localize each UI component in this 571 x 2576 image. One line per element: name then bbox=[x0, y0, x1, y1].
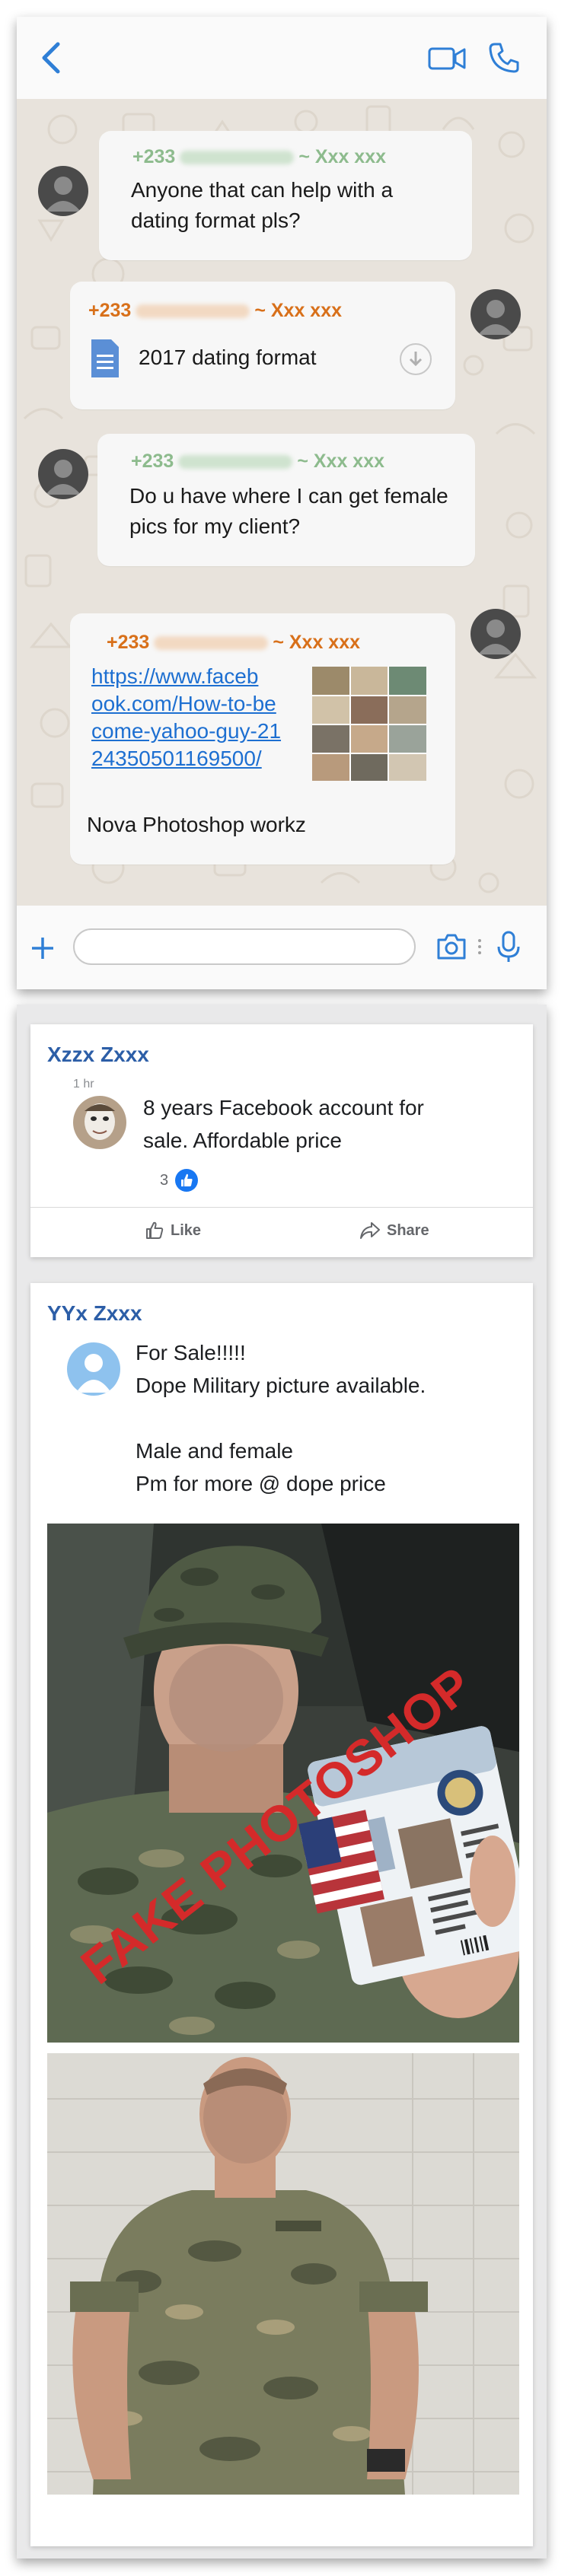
share-button[interactable]: Share bbox=[387, 1222, 429, 1240]
message-link[interactable]: https://www.faceb bbox=[91, 664, 258, 689]
avatar[interactable] bbox=[67, 1342, 120, 1396]
message-text: Nova Photoshop workz bbox=[87, 813, 306, 836]
sender-name: Xxx xxx bbox=[289, 632, 361, 653]
sender-number: +233 bbox=[131, 451, 174, 472]
like-reaction-icon[interactable] bbox=[175, 1169, 198, 1192]
avatar[interactable] bbox=[471, 289, 521, 339]
message-bubble[interactable]: +233 ~ Xxx xxx Do u have where I can get … bbox=[97, 434, 475, 566]
redacted-number bbox=[136, 304, 250, 319]
facebook-post: YYx Zxxx For Sale!!!!! Dope Military pic… bbox=[30, 1283, 533, 2546]
post-text-line: Pm for more @ dope price bbox=[136, 1472, 386, 1495]
sender-name: Xxx xxx bbox=[270, 300, 343, 321]
sender-label: +233 ~ Xxx xxx bbox=[88, 300, 342, 322]
voice-call-icon[interactable] bbox=[487, 41, 521, 75]
message-link[interactable]: 24350501169500/ bbox=[91, 746, 262, 772]
like-thumb-icon[interactable] bbox=[145, 1221, 164, 1240]
message-bubble[interactable]: +233 ~ Xxx xxx Anyone that can help with … bbox=[99, 131, 472, 260]
redacted-number bbox=[154, 636, 269, 651]
avatar[interactable] bbox=[73, 1096, 126, 1149]
more-dots-icon bbox=[478, 939, 481, 954]
chat-header bbox=[17, 17, 547, 99]
message-text-line: Do u have where I can get female bbox=[129, 484, 448, 508]
document-icon bbox=[91, 339, 119, 377]
message-text-line: pics for my client? bbox=[129, 514, 301, 538]
chat-messages-area: +233 ~ Xxx xxx Anyone that can help with … bbox=[17, 99, 547, 906]
redacted-number bbox=[178, 455, 293, 470]
avatar[interactable] bbox=[38, 449, 88, 499]
sender-label: +233 ~ Xxx xxx bbox=[131, 451, 384, 473]
camera-icon[interactable] bbox=[435, 933, 467, 960]
post-author[interactable]: Xzzx Zxxx bbox=[47, 1043, 149, 1067]
post-text-line: 8 years Facebook account for bbox=[143, 1096, 424, 1119]
sender-name: Xxx xxx bbox=[313, 451, 385, 472]
avatar[interactable] bbox=[471, 609, 521, 659]
post-photo[interactable] bbox=[47, 2053, 519, 2495]
link-preview-thumbnail[interactable] bbox=[312, 667, 426, 781]
sender-name: Xxx xxx bbox=[314, 146, 387, 167]
download-icon[interactable] bbox=[399, 342, 432, 376]
facebook-feed: Xzzx Zxxx 1 hr 8 years Facebook account … bbox=[17, 1005, 547, 2558]
sender-number: +233 bbox=[132, 146, 176, 167]
file-message-bubble[interactable]: +233 ~ Xxx xxx 2017 dating format bbox=[70, 282, 455, 409]
like-count[interactable]: 3 bbox=[160, 1172, 168, 1189]
message-input[interactable] bbox=[73, 928, 416, 965]
sender-separator: ~ bbox=[273, 632, 284, 653]
file-name: 2017 dating format bbox=[139, 345, 317, 369]
plus-icon[interactable] bbox=[29, 935, 56, 962]
post-text-line: Dope Military picture available. bbox=[136, 1374, 426, 1397]
sender-separator: ~ bbox=[297, 451, 308, 472]
sender-label: +233 ~ Xxx xxx bbox=[107, 632, 360, 654]
share-arrow-icon[interactable] bbox=[359, 1221, 381, 1240]
sender-number: +233 bbox=[107, 632, 150, 653]
like-button[interactable]: Like bbox=[171, 1222, 201, 1240]
message-text-line: Anyone that can help with a bbox=[131, 178, 394, 202]
facebook-post: Xzzx Zxxx 1 hr 8 years Facebook account … bbox=[30, 1024, 533, 1257]
message-composer bbox=[17, 906, 547, 989]
post-timestamp: 1 hr bbox=[73, 1078, 94, 1091]
sender-label: +233 ~ Xxx xxx bbox=[132, 146, 386, 168]
redacted-number bbox=[180, 151, 295, 165]
microphone-icon[interactable] bbox=[495, 930, 522, 963]
divider bbox=[30, 1207, 533, 1208]
sender-separator: ~ bbox=[254, 300, 266, 321]
sender-number: +233 bbox=[88, 300, 132, 321]
sender-separator: ~ bbox=[298, 146, 310, 167]
message-link[interactable]: come-yahoo-guy-21 bbox=[91, 718, 281, 744]
message-link[interactable]: ook.com/How-to-be bbox=[91, 691, 276, 717]
avatar[interactable] bbox=[38, 166, 88, 216]
chat-screen: +233 ~ Xxx xxx Anyone that can help with … bbox=[17, 17, 547, 989]
post-text-line: For Sale!!!!! bbox=[136, 1341, 246, 1364]
link-message-bubble[interactable]: +233 ~ Xxx xxx https://www.faceb ook.com/… bbox=[70, 613, 455, 865]
post-author[interactable]: YYx Zxxx bbox=[47, 1301, 142, 1326]
post-photo[interactable]: FAKE PHOTOSHOP bbox=[47, 1524, 519, 2043]
post-text-line: sale. Affordable price bbox=[143, 1129, 342, 1152]
video-call-icon[interactable] bbox=[428, 46, 466, 72]
post-text-line: Male and female bbox=[136, 1439, 294, 1463]
message-text-line: dating format pls? bbox=[131, 209, 301, 232]
back-chevron-icon[interactable] bbox=[37, 40, 67, 76]
